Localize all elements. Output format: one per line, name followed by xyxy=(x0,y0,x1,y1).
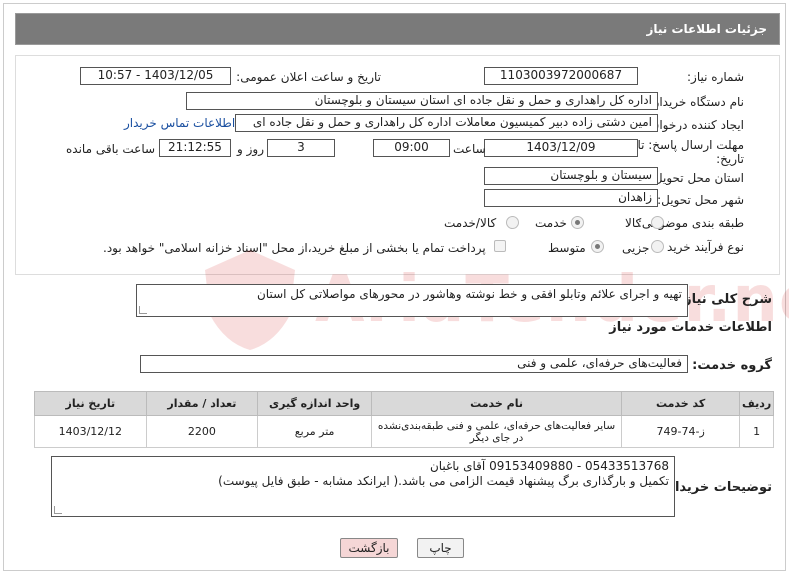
buyer-notes-line-2: تکمیل و بارگذاری برگ پیشنهاد قیمت الزامی… xyxy=(218,474,669,488)
category-radio-both[interactable] xyxy=(506,216,519,229)
col-service-name: نام خدمت xyxy=(371,391,622,416)
need-number-field[interactable]: 1103003972000687 xyxy=(484,67,638,85)
panel-header: جزئیات اطلاعات نیاز xyxy=(15,13,780,45)
description-label: شرح کلی نیاز: xyxy=(678,292,772,307)
cell-service-name: سایر فعالیت‌های حرفه‌ای، علمی و فنی طبقه… xyxy=(371,415,622,448)
service-group-field[interactable]: فعالیت‌های حرفه‌ای، علمی و فنی xyxy=(140,355,688,373)
days-label: روز و xyxy=(237,142,264,156)
category-radio-goods[interactable] xyxy=(651,216,664,229)
buyer-contact-link[interactable]: اطلاعات تماس خریدار xyxy=(124,116,235,130)
province-label: استان محل تحویل: xyxy=(649,171,744,185)
page-title: جزئیات اطلاعات نیاز xyxy=(646,22,767,36)
city-field[interactable]: زاهدان xyxy=(484,189,658,207)
col-service-code: کد خدمت xyxy=(620,391,741,416)
col-need-date: تاریخ نیاز xyxy=(34,391,147,416)
back-button[interactable]: بازگشت xyxy=(340,538,398,558)
print-button[interactable]: چاپ xyxy=(417,538,464,558)
deadline-time-field[interactable]: 09:00 xyxy=(373,139,450,157)
process-radio-minor[interactable] xyxy=(651,240,664,253)
process-radio-medium[interactable] xyxy=(591,240,604,253)
need-number-label: شماره نیاز: xyxy=(687,70,744,84)
city-label: شهر محل تحویل: xyxy=(657,193,744,207)
province-field[interactable]: سیستان و بلوچستان xyxy=(484,167,658,185)
deadline-label-2: تاریخ: xyxy=(716,152,744,166)
category-radio-service[interactable] xyxy=(571,216,584,229)
col-unit: واحد اندازه گیری xyxy=(257,391,373,416)
deadline-label: مهلت ارسال پاسخ: تا xyxy=(637,138,744,152)
table-row[interactable]: 1 ز-74-749 سایر فعالیت‌های حرفه‌ای، علمی… xyxy=(34,415,774,448)
description-textarea[interactable]: تهیه و اجرای علائم وتابلو افقی و خط نوشت… xyxy=(136,284,688,317)
buyer-org-field[interactable]: اداره کل راهداری و حمل و نقل جاده ای است… xyxy=(186,92,658,110)
cell-quantity: 2200 xyxy=(145,415,259,448)
resize-grip-icon[interactable] xyxy=(54,506,62,514)
category-option-goods: کالا xyxy=(625,216,642,230)
process-option-minor: جزیی xyxy=(622,241,650,255)
resize-grip-icon[interactable] xyxy=(139,306,147,314)
treasury-checkbox[interactable] xyxy=(494,240,506,252)
process-type-label: نوع فرآیند خرید : xyxy=(659,240,744,254)
remaining-time-field[interactable]: 21:12:55 xyxy=(159,139,231,157)
services-table: ردیف کد خدمت نام خدمت واحد اندازه گیری ت… xyxy=(34,391,774,448)
announce-date-field[interactable]: 1403/12/05 - 10:57 xyxy=(80,67,231,85)
creator-field[interactable]: امین دشتی زاده دبیر کمیسیون معاملات ادار… xyxy=(235,114,658,132)
treasury-note: پرداخت تمام یا بخشی از مبلغ خرید،از محل … xyxy=(103,241,486,255)
announce-date-label: تاریخ و ساعت اعلان عمومی: xyxy=(236,70,381,84)
cell-row-number: 1 xyxy=(739,415,774,448)
buyer-notes-line-1: 05433513768 - 09153409880 آقای باغبان xyxy=(429,459,669,473)
deadline-date-field[interactable]: 1403/12/09 xyxy=(484,139,638,157)
category-option-service: خدمت xyxy=(535,216,567,230)
service-group-label: گروه خدمت: xyxy=(692,358,772,373)
process-option-medium: متوسط xyxy=(548,241,586,255)
category-option-both: کالا/خدمت xyxy=(444,216,497,230)
cell-service-code: ز-74-749 xyxy=(620,415,741,448)
col-row-number: ردیف xyxy=(739,391,774,416)
description-text: تهیه و اجرای علائم وتابلو افقی و خط نوشت… xyxy=(256,287,682,301)
buyer-notes-textarea[interactable]: 05433513768 - 09153409880 آقای باغبان تک… xyxy=(51,456,675,517)
buyer-notes-label: توضیحات خریدار: xyxy=(662,480,772,495)
remaining-time-label: ساعت باقی مانده xyxy=(66,142,156,156)
deadline-time-label: ساعت xyxy=(453,142,486,156)
buyer-org-label: نام دستگاه خریدار: xyxy=(649,95,745,109)
col-quantity: تعداد / مقدار xyxy=(145,391,259,416)
table-header-row: ردیف کد خدمت نام خدمت واحد اندازه گیری ت… xyxy=(34,391,774,416)
days-remaining-field[interactable]: 3 xyxy=(267,139,335,157)
cell-unit: متر مربع xyxy=(257,415,373,448)
cell-need-date: 1403/12/12 xyxy=(34,415,147,448)
services-section-title: اطلاعات خدمات مورد نیاز xyxy=(609,320,772,335)
